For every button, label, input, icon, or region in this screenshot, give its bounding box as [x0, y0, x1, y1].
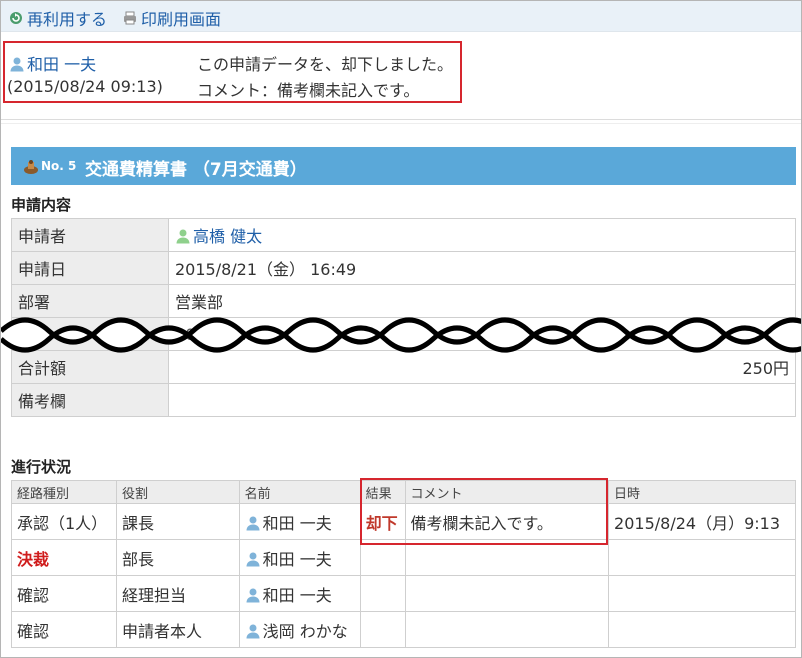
column-header: 役割 — [115, 480, 240, 504]
comment — [404, 575, 610, 612]
result — [359, 611, 406, 648]
request-title: 交通費精算書 （7月交通費） — [85, 160, 307, 180]
field-value — [168, 383, 796, 417]
route-type: 承認（1人） — [11, 503, 117, 540]
result-rejected: 却下 — [359, 503, 406, 540]
user-icon — [10, 57, 24, 72]
print-link[interactable]: 印刷用画面 — [123, 6, 221, 30]
divider — [1, 123, 801, 124]
datetime — [608, 575, 796, 612]
field-value-applicant[interactable]: 高橋 健太 — [168, 218, 796, 252]
user-icon — [246, 588, 260, 602]
reuse-link[interactable]: 再利用する — [9, 6, 107, 30]
omission-wave — [1, 317, 801, 353]
approver-name-label: 浅岡 わかな — [262, 621, 348, 641]
datetime — [608, 539, 796, 576]
route-type-decision: 決裁 — [11, 539, 117, 576]
printer-icon — [124, 11, 136, 25]
notice-user-name: 和田 一夫 — [27, 55, 97, 74]
column-header: 日時 — [608, 480, 796, 504]
approver-name-label: 和田 一夫 — [262, 549, 332, 569]
comment: 備考欄未記入です。 — [404, 503, 610, 540]
application-view: 再利用する 印刷用画面 和田 一夫 (2015/08/24 09:13) この申… — [0, 0, 802, 658]
table-row: 確認 経理担当 和田 一夫 — [11, 575, 796, 612]
column-header: コメント — [404, 480, 610, 504]
user-icon — [246, 624, 260, 638]
field-label: 申請日 — [11, 251, 169, 285]
notice-user[interactable]: 和田 一夫 — [9, 51, 96, 75]
role: 課長 — [115, 503, 240, 540]
print-label: 印刷用画面 — [141, 10, 222, 29]
result — [359, 575, 406, 612]
notice-comment: コメント：備考欄未記入です。 — [197, 81, 420, 100]
approver-name[interactable]: 和田 一夫 — [238, 539, 361, 576]
form-icon — [24, 160, 38, 174]
approver-name-label: 和田 一夫 — [262, 513, 332, 533]
reuse-icon — [10, 12, 22, 24]
table-row: 承認（1人） 課長 和田 一夫 却下 備考欄未記入です。 2015/8/24（月… — [11, 503, 796, 540]
divider — [1, 119, 801, 120]
field-label: 備考欄 — [11, 383, 169, 417]
approver-name-label: 和田 一夫 — [262, 585, 332, 605]
route-type: 確認 — [11, 575, 117, 612]
request-title-bar: No. 5 交通費精算書 （7月交通費） — [11, 147, 796, 185]
approver-name[interactable]: 和田 一夫 — [238, 503, 361, 540]
role: 経理担当 — [115, 575, 240, 612]
datetime — [608, 611, 796, 648]
role: 申請者本人 — [115, 611, 240, 648]
column-header: 名前 — [238, 480, 361, 504]
route-type: 確認 — [11, 611, 117, 648]
table-row: 確認 申請者本人 浅岡 わかな — [11, 611, 796, 648]
approver-name[interactable]: 和田 一夫 — [238, 575, 361, 612]
progress-table: 経路種別 役割 名前 結果 コメント 日時 承認（1人） 課長 和田 一夫 却下… — [11, 480, 796, 648]
comment — [404, 611, 610, 648]
table-row: 申請者 高橋 健太 — [11, 218, 796, 252]
reuse-label: 再利用する — [27, 10, 108, 29]
table-row: 申請日 2015/8/21（金） 16:49 — [11, 251, 796, 285]
rejection-notice: 和田 一夫 (2015/08/24 09:13) この申請データを、却下しました… — [3, 41, 462, 103]
user-icon — [246, 516, 260, 530]
result — [359, 539, 406, 576]
table-row: 決裁 部長 和田 一夫 — [11, 539, 796, 576]
approver-name[interactable]: 浅岡 わかな — [238, 611, 361, 648]
comment — [404, 539, 610, 576]
column-header: 結果 — [359, 480, 406, 504]
request-number: No. 5 — [41, 159, 77, 173]
notice-message: この申請データを、却下しました。 — [197, 55, 454, 74]
datetime: 2015/8/24（月）9:13 — [608, 503, 796, 540]
user-icon — [176, 229, 190, 244]
section-heading-content: 申請内容 — [11, 196, 72, 214]
user-icon — [246, 552, 260, 566]
notice-datetime: (2015/08/24 09:13) — [7, 77, 163, 96]
table-header-row: 経路種別 役割 名前 結果 コメント 日時 — [11, 480, 796, 504]
column-header: 経路種別 — [11, 480, 117, 504]
field-label: 申請者 — [11, 218, 169, 252]
role: 部長 — [115, 539, 240, 576]
applicant-name: 高橋 健太 — [193, 227, 263, 246]
table-row: 備考欄 — [11, 383, 796, 417]
toolbar: 再利用する 印刷用画面 — [1, 1, 801, 32]
field-value: 2015/8/21（金） 16:49 — [168, 251, 796, 285]
section-heading-progress: 進行状況 — [11, 458, 72, 476]
